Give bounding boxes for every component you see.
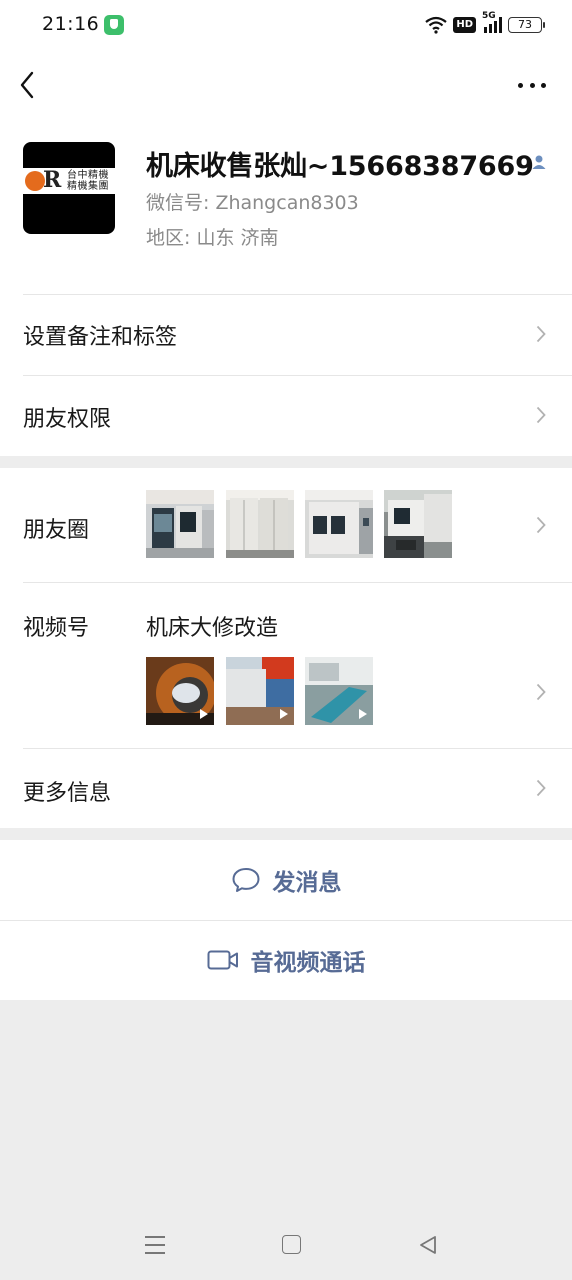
wifi-icon xyxy=(425,16,448,34)
row-more-info[interactable]: 更多信息 xyxy=(0,748,572,828)
row-label: 朋友权限 xyxy=(23,407,112,432)
row-label: 视频号 xyxy=(23,616,90,641)
row-channels[interactable]: 视频号 机床大修改造 xyxy=(0,582,572,748)
status-time: 21:16 xyxy=(42,13,100,35)
chevron-right-icon xyxy=(536,325,546,343)
battery-icon: 73 xyxy=(508,17,545,33)
moments-thumbnail[interactable] xyxy=(226,490,294,558)
contact-icon xyxy=(532,155,546,169)
menu-icon[interactable] xyxy=(145,1236,165,1254)
back-icon[interactable] xyxy=(16,70,40,100)
system-nav-bar xyxy=(0,1210,572,1280)
chevron-right-icon xyxy=(536,779,546,797)
network-type: 5G xyxy=(482,11,496,21)
profile-header: R 台中精機 精機集團 机床收售张灿~15668387669 微信号: Zhan… xyxy=(0,118,572,294)
nav-back-icon[interactable] xyxy=(417,1234,439,1256)
row-label: 更多信息 xyxy=(23,781,112,806)
row-label: 设置备注和标签 xyxy=(23,325,178,350)
video-camera-icon xyxy=(207,950,238,970)
chevron-right-icon xyxy=(536,516,546,534)
section-gap xyxy=(0,456,572,468)
wechat-id: 微信号: Zhangcan8303 xyxy=(146,192,359,214)
video-call-button[interactable]: 音视频通话 xyxy=(0,920,572,1000)
status-icons: HD 5G 73 xyxy=(425,11,545,36)
moments-thumbnail[interactable] xyxy=(305,490,373,558)
send-message-button[interactable]: 发消息 xyxy=(0,840,572,920)
channels-name: 机床大修改造 xyxy=(146,616,279,641)
avatar[interactable]: R 台中精機 精機集團 xyxy=(23,142,115,234)
shield-icon xyxy=(104,15,124,35)
moments-thumbnail[interactable] xyxy=(384,490,452,558)
channels-video-thumbnail[interactable] xyxy=(226,657,294,725)
chevron-right-icon xyxy=(536,683,546,701)
status-bar: 21:16 HD 5G 73 xyxy=(0,0,572,52)
more-icon[interactable] xyxy=(518,80,546,90)
top-nav xyxy=(0,52,572,118)
chevron-right-icon xyxy=(536,406,546,424)
chat-bubble-icon xyxy=(232,868,259,892)
signal-icon: 5G xyxy=(482,11,502,33)
video-call-label: 音视频通话 xyxy=(250,950,366,976)
send-message-label: 发消息 xyxy=(272,870,342,896)
row-remark-tags[interactable]: 设置备注和标签 xyxy=(0,294,572,375)
channels-video-thumbnail[interactable] xyxy=(305,657,373,725)
row-moments[interactable]: 朋友圈 xyxy=(0,468,572,582)
hd-badge: HD xyxy=(453,17,476,33)
row-label: 朋友圈 xyxy=(23,518,90,543)
region: 地区: 山东 济南 xyxy=(146,227,279,249)
moments-thumbnail[interactable] xyxy=(146,490,214,558)
row-friend-permissions[interactable]: 朋友权限 xyxy=(0,375,572,456)
channels-video-thumbnail[interactable] xyxy=(146,657,214,725)
home-icon[interactable] xyxy=(282,1235,301,1254)
section-gap xyxy=(0,828,572,840)
contact-name: 机床收售张灿~15668387669 xyxy=(146,151,534,182)
